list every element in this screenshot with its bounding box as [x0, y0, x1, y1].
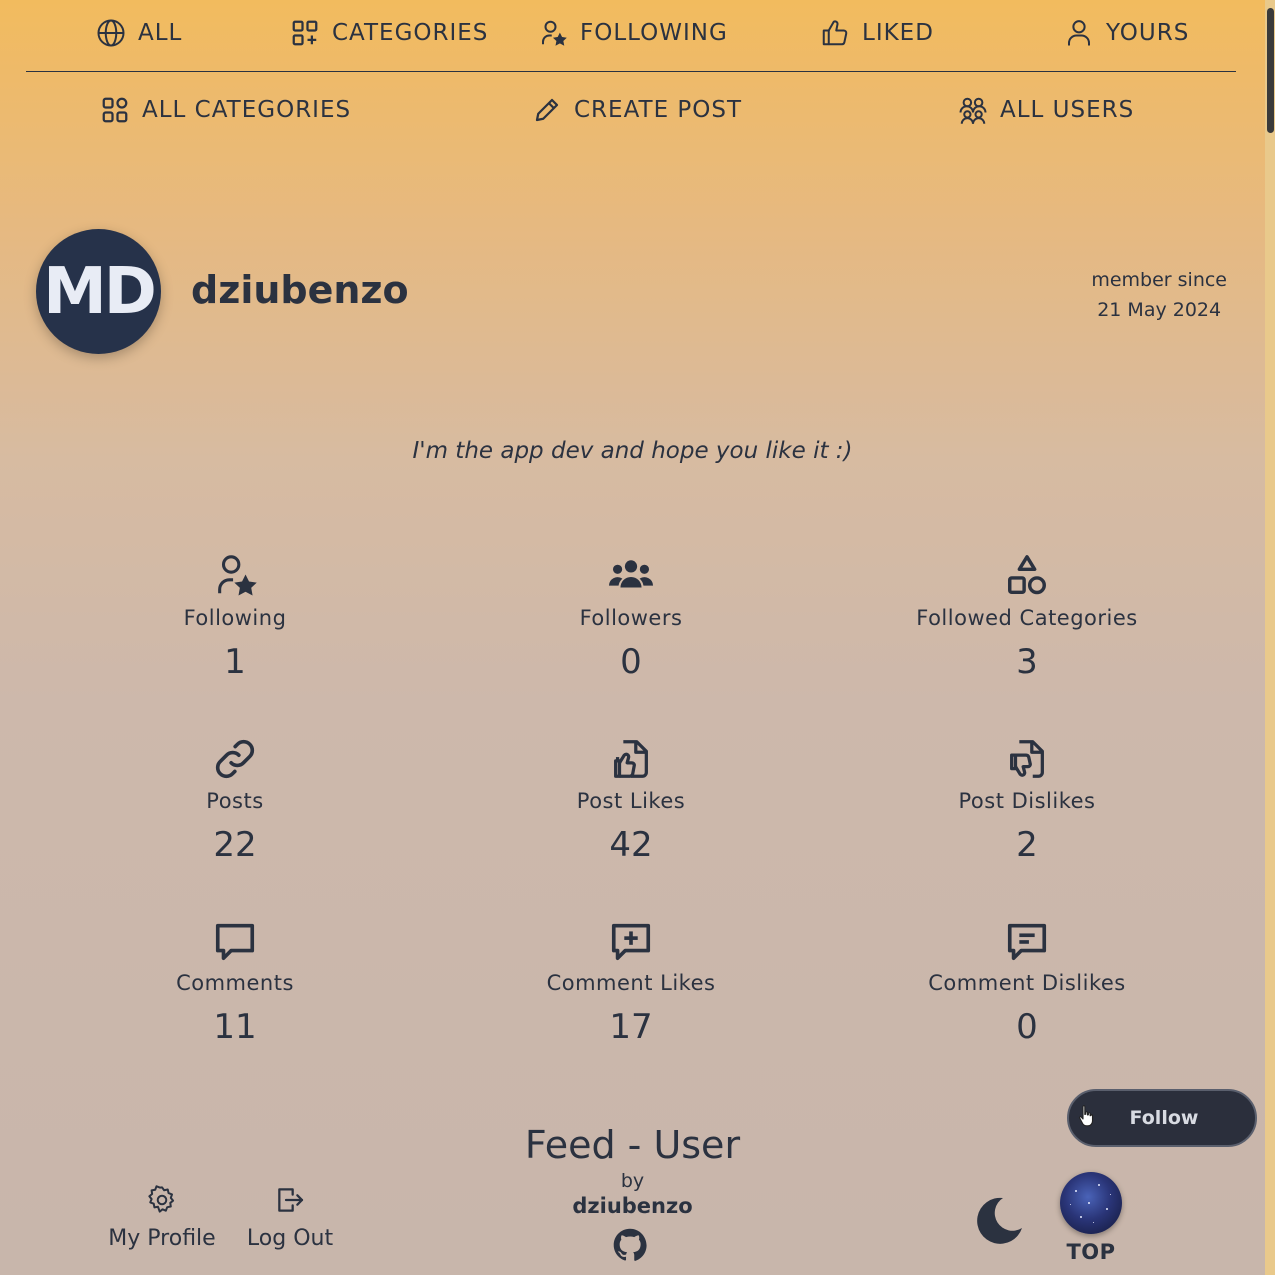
member-since-date: 21 May 2024 — [1097, 299, 1222, 321]
nav-create-post[interactable]: CREATE POST — [532, 95, 742, 125]
stat-value: 42 — [609, 825, 653, 865]
scroll-top-label[interactable]: TOP — [1055, 1240, 1127, 1264]
avatar: MD — [36, 229, 161, 354]
user-icon — [1068, 20, 1090, 46]
stat-comment-dislikes: Comment Dislikes 0 — [877, 917, 1177, 1047]
my-profile-link[interactable]: My Profile — [104, 1184, 220, 1251]
link-icon — [215, 739, 255, 779]
scrollbar-thumb[interactable] — [1267, 8, 1274, 133]
comment-plus-icon — [611, 923, 651, 961]
stat-label: Comment Dislikes — [928, 971, 1126, 995]
stat-label: Followers — [579, 606, 683, 630]
nav-categories[interactable]: CATEGORIES — [290, 18, 488, 48]
member-since-label: member since — [1091, 269, 1227, 291]
users-icon — [959, 97, 987, 124]
stat-value: 2 — [1016, 825, 1038, 865]
nav-all-categories[interactable]: ALL CATEGORIES — [100, 95, 351, 125]
nav-yours[interactable]: YOURS — [1064, 18, 1189, 48]
scrollbar-track[interactable] — [1265, 0, 1275, 1275]
shapes-icon — [1008, 555, 1046, 595]
github-icon[interactable] — [613, 1228, 647, 1262]
nav-following-label: FOLLOWING — [580, 20, 728, 46]
logout-icon — [278, 1188, 304, 1212]
profile-bio: I'm the app dev and hope you like it :) — [412, 438, 853, 464]
stat-label: Comment Likes — [546, 971, 716, 995]
stat-label: Post Dislikes — [958, 789, 1096, 813]
main-nav: ALL CATEGORIES FOLLOWING LIKED YOURS — [26, 0, 1236, 72]
stat-posts: Posts 22 — [85, 735, 385, 865]
file-dislike-icon — [1010, 740, 1044, 778]
gear-icon — [148, 1185, 175, 1213]
nav-all[interactable]: ALL — [96, 18, 182, 48]
nav-categories-label: CATEGORIES — [332, 20, 489, 46]
thumbs-up-icon — [822, 20, 848, 46]
stat-comment-likes: Comment Likes 17 — [481, 917, 781, 1047]
nav-all-label: ALL — [138, 20, 183, 46]
stat-label: Following — [183, 606, 287, 630]
comment-icon — [215, 923, 255, 961]
stat-value: 3 — [1016, 642, 1038, 682]
people-group-icon — [608, 560, 654, 588]
file-like-icon — [614, 740, 648, 778]
stat-post-likes: Post Likes 42 — [481, 735, 781, 865]
stat-comments: Comments 11 — [85, 917, 385, 1047]
nav-yours-label: YOURS — [1106, 20, 1190, 46]
stat-value: 22 — [213, 825, 257, 865]
user-star-icon — [218, 555, 257, 596]
stat-label: Post Likes — [576, 789, 686, 813]
category-plus-icon — [292, 20, 318, 46]
stat-followers: Followers 0 — [481, 552, 781, 682]
moon-icon[interactable] — [973, 1195, 1025, 1247]
my-profile-label: My Profile — [108, 1226, 216, 1251]
stat-label: Comments — [176, 971, 294, 995]
stat-value: 1 — [224, 642, 246, 682]
stat-value: 11 — [213, 1007, 257, 1047]
grid-icon — [102, 97, 128, 123]
nav-create-post-label: CREATE POST — [574, 97, 743, 123]
stat-value: 0 — [620, 642, 642, 682]
member-since: member since 21 May 2024 — [1091, 265, 1227, 325]
comment-minus-icon — [1007, 923, 1047, 961]
scroll-top-button[interactable] — [1060, 1172, 1122, 1234]
nav-all-users-label: ALL USERS — [1000, 97, 1135, 123]
stat-label: Followed Categories — [916, 606, 1138, 630]
nav-all-categories-label: ALL CATEGORIES — [142, 97, 352, 123]
nav-liked[interactable]: LIKED — [820, 18, 934, 48]
user-star-icon — [542, 20, 567, 46]
avatar-initials: MD — [43, 254, 157, 329]
globe-icon — [97, 19, 125, 47]
log-out-label: Log Out — [246, 1226, 334, 1251]
footer-title: Feed - User — [524, 1123, 741, 1167]
pencil-icon — [535, 98, 559, 122]
stat-post-dislikes: Post Dislikes 2 — [877, 735, 1177, 865]
stat-following: Following 1 — [85, 552, 385, 682]
nav-all-users[interactable]: ALL USERS — [958, 95, 1134, 125]
stat-label: Posts — [206, 789, 264, 813]
stat-followed-categories: Followed Categories 3 — [877, 552, 1177, 682]
log-out-link[interactable]: Log Out — [240, 1184, 340, 1251]
stat-value: 17 — [609, 1007, 653, 1047]
nav-liked-label: LIKED — [862, 20, 934, 46]
nav-following[interactable]: FOLLOWING — [538, 18, 728, 48]
profile-username: dziubenzo — [191, 268, 409, 312]
stat-value: 0 — [1016, 1007, 1038, 1047]
